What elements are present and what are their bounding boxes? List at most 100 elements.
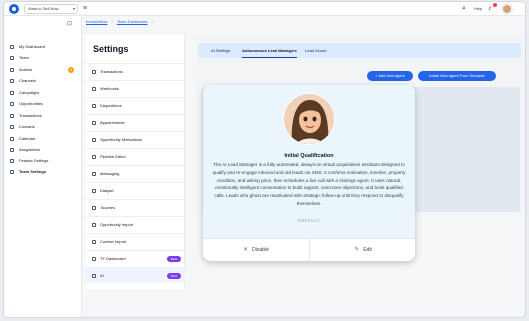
sidebar-item-opportunities[interactable]: Opportunities [10, 100, 76, 108]
tab-lead-scorer[interactable]: Lead Scorer [305, 43, 327, 58]
install-agent-template-button[interactable]: Install New Agent From Template [418, 71, 496, 81]
settings-item-pipeline-editor[interactable]: Pipeline Editor [85, 148, 185, 164]
menu-icon[interactable]: ≡ [83, 4, 87, 14]
sidebar-item-label: Feature Settings [19, 158, 49, 163]
sidebar-item-label: Contacts [19, 124, 35, 129]
agent-description: The AI Lead Manager is a fully automated… [212, 162, 406, 206]
pencil-icon: ✎ [354, 247, 360, 253]
opportunities-icon [10, 102, 14, 106]
settings-item-tf-dashboard[interactable]: TF Dashboard Beta [85, 250, 185, 266]
settings-item-label: AI [100, 273, 104, 278]
sidebar-item-contacts[interactable]: Contacts [10, 123, 76, 131]
sidebar-item-label: Team [19, 55, 29, 60]
settings-item-touches[interactable]: Touches [85, 199, 185, 215]
sidebar-item-label: Integrations [19, 147, 40, 152]
page-title: Settings [93, 44, 129, 54]
settings-item-ai[interactable]: AI Beta [85, 267, 185, 283]
sidebar-item-label: Calendar [19, 136, 36, 141]
sidebar-item-team[interactable]: Team [10, 54, 76, 62]
tab-autonomous-lead-managers[interactable]: Autonomous Lead Managers [242, 43, 297, 58]
settings-item-label: Appointments [100, 120, 125, 125]
settings-item-transactions[interactable]: Transactions [85, 63, 185, 79]
agent-avatar-image [283, 93, 335, 145]
settings-item-label: Opportunity Import [100, 222, 134, 227]
sidebar-item-label: My Dashboard [19, 44, 46, 49]
dialpad-icon [92, 189, 96, 193]
settings-item-webhooks[interactable]: Webhooks [85, 80, 185, 96]
sidebar-item-feature-settings[interactable]: Feature Settings [10, 157, 76, 165]
gear-icon [10, 170, 14, 174]
disable-button[interactable]: ✕ Disable [203, 239, 309, 261]
settings-item-opportunity-motivations[interactable]: Opportunity Motivations [85, 131, 185, 147]
tab-ai-settings[interactable]: AI Settings [211, 43, 230, 58]
transactions-icon [92, 70, 96, 74]
sidebar-item-label: Campaigns [19, 90, 40, 95]
breadcrumb-investorflow[interactable]: Investorflow [86, 19, 107, 24]
sidebar-item-integrations[interactable]: Integrations [10, 146, 76, 154]
touches-icon [92, 206, 96, 210]
breadcrumb-separator: › [111, 19, 113, 24]
breadcrumb-separator: › [151, 19, 153, 24]
sidebar-item-transactions[interactable]: Transactions [10, 112, 76, 120]
settings-item-label: Dialpad [100, 188, 114, 193]
dispositions-icon [92, 104, 96, 108]
sidebar-item-calendar[interactable]: Calendar [10, 135, 76, 143]
campaigns-icon [10, 91, 14, 95]
sidebar-item-dashboard[interactable]: My Dashboard [10, 43, 76, 51]
settings-item-messaging[interactable]: Messaging [85, 165, 185, 181]
search-icon[interactable]: ⌕ [462, 4, 466, 14]
avatar[interactable] [502, 4, 512, 14]
transactions-icon [10, 114, 14, 118]
top-bar: Want to Sell Now ▾ ≡ ⌕ Help ♪ [4, 2, 525, 16]
settings-item-label: Opportunity Motivations [100, 137, 143, 142]
settings-item-label: TF Dashboard [100, 256, 126, 261]
channels-icon [10, 79, 14, 83]
sidebar-item-label: Transactions [19, 113, 42, 118]
breadcrumb-team-dashboard[interactable]: Team Dashboard [117, 19, 147, 24]
calendar-icon [10, 137, 14, 141]
sidebar-item-label: Opportunities [19, 101, 43, 106]
tab-bar: AI Settings Autonomous Lead Managers Lea… [198, 43, 521, 58]
sidebar-item-label: Team Settings [19, 169, 47, 174]
actions-count-badge: 9 [68, 67, 74, 73]
settings-item-opportunity-import[interactable]: Opportunity Import [85, 216, 185, 232]
settings-nav: Settings Transactions Webhooks Dispositi… [85, 35, 185, 289]
workspace-select[interactable]: Want to Sell Now ▾ [24, 4, 78, 14]
settings-item-label: Contact Import [100, 239, 127, 244]
beta-badge: Beta [167, 273, 181, 279]
settings-item-dialpad[interactable]: Dialpad [85, 182, 185, 198]
notification-badge [493, 3, 497, 7]
appointments-icon [92, 121, 96, 125]
settings-item-dispositions[interactable]: Dispositions [85, 97, 185, 113]
add-new-agent-button[interactable]: + Add New Agent [367, 71, 413, 81]
settings-item-appointments[interactable]: Appointments [85, 114, 185, 130]
sidebar-item-label: Channels [19, 78, 36, 83]
bell-icon[interactable]: ♪ [488, 4, 492, 14]
settings-item-label: Pipeline Editor [100, 154, 126, 159]
settings-item-label: Messaging [100, 171, 120, 176]
feature-settings-icon [10, 159, 14, 163]
sidebar-item-campaigns[interactable]: Campaigns [10, 89, 76, 97]
sidebar-item-actions[interactable]: Actions 9 [10, 66, 76, 74]
collapse-icon[interactable]: ⊡ [67, 20, 72, 27]
settings-item-label: Webhooks [100, 86, 119, 91]
beta-badge: Beta [167, 256, 181, 262]
chevron-down-icon: ▾ [72, 6, 75, 11]
settings-item-contact-import[interactable]: Contact Import [85, 233, 185, 249]
sidebar-item-channels[interactable]: Channels [10, 77, 76, 85]
settings-item-label: Touches [100, 205, 115, 210]
close-icon: ✕ [243, 247, 249, 253]
actions-icon [10, 68, 14, 72]
team-icon [10, 56, 14, 60]
agent-card: Initial Qualification The AI Lead Manage… [203, 85, 415, 261]
sidebar-item-team-settings[interactable]: Team Settings [10, 168, 76, 176]
workspace-name: Want to Sell Now [28, 6, 59, 11]
message-icon [92, 172, 96, 176]
edit-label: Edit [363, 247, 372, 253]
agent-title: Initial Qualification [284, 153, 334, 159]
edit-button[interactable]: ✎ Edit [310, 239, 415, 261]
import-icon [92, 240, 96, 244]
default-tag: DEFAULT [298, 218, 320, 223]
settings-item-label: Dispositions [100, 103, 122, 108]
help-link[interactable]: Help [474, 5, 482, 13]
